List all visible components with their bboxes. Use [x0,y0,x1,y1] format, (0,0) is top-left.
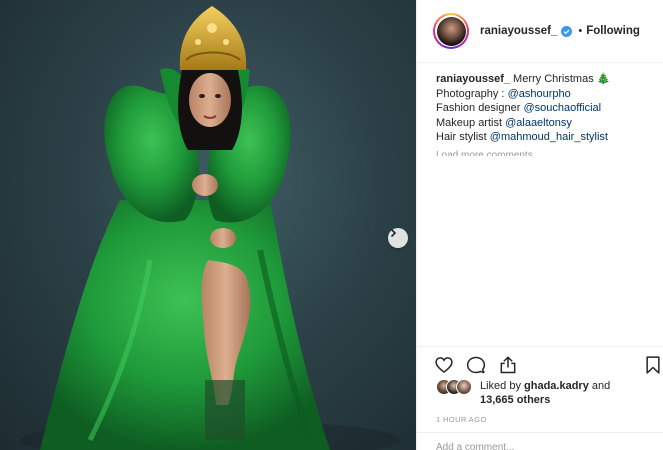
comment-input[interactable]: Add a comment... [436,442,514,450]
mention-link[interactable]: @alaaeltonsy [505,117,572,129]
next-photo-button[interactable] [388,228,408,248]
instagram-post: raniayoussef_ • Following raniayoussef_ … [0,0,663,450]
post-caption: raniayoussef_ Merry Christmas 🎄 Photogra… [436,72,656,145]
photo-illustration [20,6,400,450]
post-photo[interactable] [0,0,416,450]
load-more-comments-link[interactable]: Load more comments [436,150,533,156]
avatar-image [436,16,466,46]
likes-text: Liked by ghada.kadry and 13,665 others [480,380,611,406]
liker-username[interactable]: ghada.kadry [524,380,589,392]
chevron-right-icon [390,228,397,238]
bookmark-icon[interactable] [643,355,663,375]
caption-credit-line: Hair stylist @mahmoud_hair_stylist [436,131,608,144]
liker-avatar[interactable] [456,379,472,395]
separator-dot: • [578,25,583,37]
mention-link[interactable]: @mahmoud_hair_stylist [490,131,608,143]
caption-credit-line: Photography : @ashourpho [436,87,571,100]
comment-icon[interactable] [466,355,486,375]
avatar[interactable] [433,13,469,49]
post-timestamp: 1 HOUR AGO [436,415,487,424]
heart-icon[interactable] [434,355,454,375]
comment-box: Add a comment... [417,432,663,450]
post-side-panel: raniayoussef_ • Following raniayoussef_ … [416,0,663,450]
mention-link[interactable]: @ashourpho [508,88,571,100]
post-header: raniayoussef_ • Following [417,0,663,63]
caption-text: Merry Christmas 🎄 [513,73,611,85]
likes-count[interactable]: 13,665 others [480,394,550,406]
share-icon[interactable] [498,355,518,375]
following-button[interactable]: Following [586,25,640,37]
caption-credit-line: Fashion designer @souchaofficial [436,102,602,115]
likes-section: Liked by ghada.kadry and 13,665 others [436,379,656,409]
caption-credit-line: Makeup artist @alaaeltonsy [436,116,572,129]
action-bar [417,346,663,382]
mention-link[interactable]: @souchaofficial [523,102,601,114]
caption-username[interactable]: raniayoussef_ [436,73,510,85]
verified-badge-icon [561,25,573,37]
author-username[interactable]: raniayoussef_ [480,25,557,37]
